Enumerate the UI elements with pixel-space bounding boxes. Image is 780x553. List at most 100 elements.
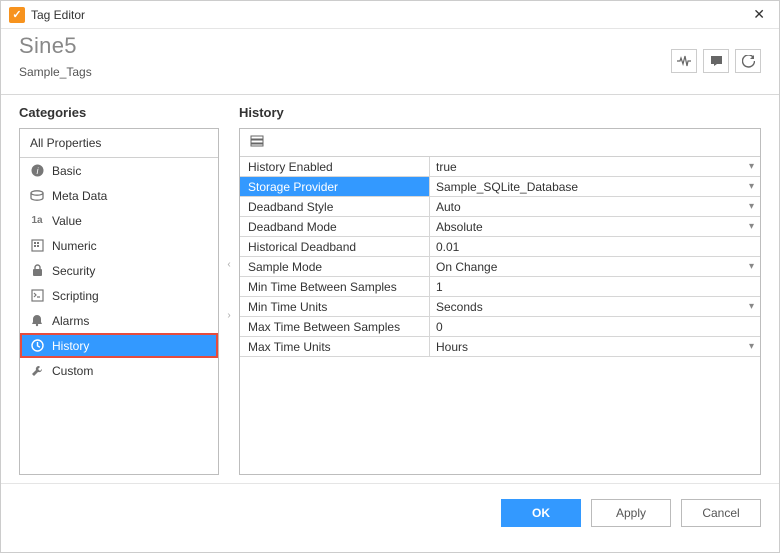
chevron-left-icon: ‹ [227,259,230,270]
category-label: Meta Data [52,189,107,203]
property-row[interactable]: Storage Provider Sample_SQLite_Database ▾ [240,177,760,197]
notes-button[interactable] [703,49,729,73]
property-value-text: Hours [436,340,468,354]
category-item-security[interactable]: Security [20,258,218,283]
info-icon: i [30,164,44,177]
app-icon: ✓ [9,7,25,23]
category-label: Security [52,264,95,278]
chevron-down-icon[interactable]: ▾ [749,221,754,232]
category-label: Alarms [52,314,89,328]
property-row[interactable]: Min Time Between Samples 1 [240,277,760,297]
property-value[interactable]: Absolute ▾ [430,217,760,236]
property-value[interactable]: Sample_SQLite_Database ▾ [430,177,760,196]
property-value-text: 1 [436,280,443,294]
category-item-numeric[interactable]: Numeric [20,233,218,258]
header: Sine5 Sample_Tags [1,29,779,95]
category-item-custom[interactable]: Custom [20,358,218,383]
property-label: Min Time Units [240,297,430,316]
properties-grid: History Enabledtrue▾Storage ProviderSamp… [240,157,760,474]
properties-panel: History Enabledtrue▾Storage ProviderSamp… [239,128,761,475]
property-label: Max Time Units [240,337,430,356]
property-label: Deadband Mode [240,217,430,236]
category-item-alarms[interactable]: Alarms [20,308,218,333]
refresh-button[interactable] [735,49,761,73]
wrench-icon [30,364,44,377]
chevron-down-icon[interactable]: ▾ [749,341,754,352]
property-row[interactable]: Sample Mode On Change ▾ [240,257,760,277]
property-label: Storage Provider [240,177,430,196]
property-row[interactable]: Deadband Mode Absolute ▾ [240,217,760,237]
chevron-down-icon[interactable]: ▾ [749,161,754,172]
property-value[interactable]: true ▾ [430,157,760,176]
category-item-meta-data[interactable]: Meta Data [20,183,218,208]
category-item-basic[interactable]: i Basic [20,158,218,183]
property-row[interactable]: Max Time Between Samples 0 [240,317,760,337]
categories-header[interactable]: All Properties [20,129,218,158]
chevron-down-icon[interactable]: ▾ [749,261,754,272]
diagnostics-button[interactable] [671,49,697,73]
property-row[interactable]: Historical Deadband 0.01 [240,237,760,257]
window-title: Tag Editor [31,8,85,22]
property-value[interactable]: 1 [430,277,760,296]
category-label: History [52,339,89,353]
property-label: Historical Deadband [240,237,430,256]
ok-button[interactable]: OK [501,499,581,527]
apply-button[interactable]: Apply [591,499,671,527]
property-value[interactable]: 0 [430,317,760,336]
value-icon: 1a [30,215,44,226]
property-label: History Enabled [240,157,430,176]
bell-icon [30,314,44,327]
property-value-text: 0.01 [436,240,459,254]
script-icon [30,289,44,302]
property-row[interactable]: Min Time Units Seconds ▾ [240,297,760,317]
category-label: Value [52,214,82,228]
property-row[interactable]: Max Time Units Hours ▾ [240,337,760,357]
property-value-text: On Change [436,260,497,274]
clock-icon [30,339,44,352]
titlebar: ✓ Tag Editor ✕ [1,1,779,29]
property-label: Min Time Between Samples [240,277,430,296]
numeric-icon [30,239,44,252]
property-row[interactable]: Deadband Style Auto ▾ [240,197,760,217]
expand-all-button[interactable] [248,133,266,149]
page-title: Sine5 [19,33,671,59]
header-toolbar [671,33,761,73]
property-value-text: Absolute [436,220,483,234]
category-item-scripting[interactable]: Scripting [20,283,218,308]
property-value[interactable]: Hours ▾ [430,337,760,356]
chevron-down-icon[interactable]: ▾ [749,181,754,192]
property-value-text: Seconds [436,300,483,314]
chevron-down-icon[interactable]: ▾ [749,201,754,212]
lock-icon [30,264,44,277]
categories-panel: All Properties i Basic Meta Data 1a Value Num… [19,128,219,475]
properties-toolbar [240,129,760,157]
property-value-text: Sample_SQLite_Database [436,180,578,194]
metadata-icon [30,190,44,202]
chevron-right-icon: › [227,310,230,321]
property-label: Sample Mode [240,257,430,276]
property-label: Deadband Style [240,197,430,216]
property-label: Max Time Between Samples [240,317,430,336]
property-value[interactable]: 0.01 [430,237,760,256]
property-row[interactable]: History Enabled true ▾ [240,157,760,177]
chevron-down-icon[interactable]: ▾ [749,301,754,312]
property-value[interactable]: Auto ▾ [430,197,760,216]
categories-title: Categories [19,105,219,120]
cancel-button[interactable]: Cancel [681,499,761,527]
property-value-text: Auto [436,200,461,214]
category-label: Basic [52,164,81,178]
category-item-history[interactable]: History [20,333,218,358]
category-label: Scripting [52,289,99,303]
property-value[interactable]: Seconds ▾ [430,297,760,316]
category-item-value[interactable]: 1a Value [20,208,218,233]
property-value[interactable]: On Change ▾ [430,257,760,276]
property-value-text: 0 [436,320,443,334]
page-subtitle: Sample_Tags [19,65,671,79]
splitter[interactable]: ‹ › [219,105,239,475]
properties-title: History [239,105,761,120]
close-icon[interactable]: ✕ [747,4,771,25]
categories-list: i Basic Meta Data 1a Value Numeric Security Scr… [20,158,218,474]
category-label: Numeric [52,239,97,253]
footer: OK Apply Cancel [1,483,779,541]
property-value-text: true [436,160,457,174]
